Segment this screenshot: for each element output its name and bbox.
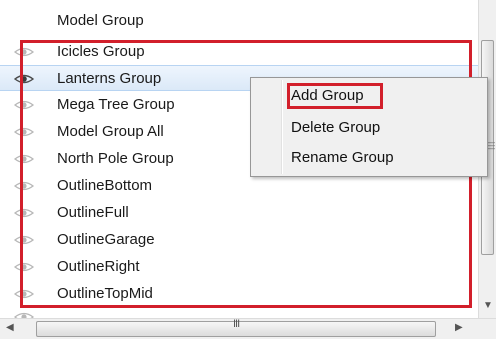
grip-icon: III	[233, 318, 240, 330]
list-item-label: OutlineRight	[57, 258, 140, 275]
horizontal-scrollbar[interactable]: ◀ III ▶	[0, 318, 496, 339]
list-item-label: OutlineBottom	[57, 177, 153, 194]
eye-icon[interactable]	[13, 179, 35, 193]
eye-icon[interactable]	[13, 287, 35, 301]
eye-icon[interactable]	[13, 260, 35, 274]
scroll-left-arrow-icon[interactable]: ◀	[6, 322, 14, 333]
eye-icon[interactable]	[13, 206, 35, 220]
scroll-down-arrow-icon[interactable]: ▼	[483, 300, 493, 311]
context-menu: Add Group Delete Group Rename Group	[250, 77, 488, 177]
list-item-label: Model Group	[57, 12, 144, 29]
eye-icon[interactable]	[13, 152, 35, 166]
list-item-outline-top-mid[interactable]: OutlineTopMid	[0, 281, 478, 307]
menu-item-rename-group[interactable]: Rename Group	[291, 149, 394, 166]
eye-icon[interactable]	[13, 310, 35, 318]
list-item-label: Lanterns Group	[57, 70, 162, 87]
add-group-highlight-box	[287, 83, 383, 109]
list-item-partial[interactable]: ...	[0, 306, 478, 318]
list-item-label: Icicles Group	[57, 43, 145, 60]
list-item-label: Mega Tree Group	[57, 96, 175, 113]
list-item-outline-garage[interactable]: OutlineGarage	[0, 227, 478, 253]
eye-icon[interactable]	[13, 72, 35, 86]
list-item-label: OutlineTopMid	[57, 285, 153, 302]
eye-icon[interactable]	[13, 45, 35, 59]
horizontal-scroll-thumb[interactable]: III	[36, 318, 436, 337]
list-item-label: North Pole Group	[57, 150, 174, 167]
list-item-icicles-group[interactable]: Icicles Group	[0, 39, 478, 65]
eye-icon[interactable]	[13, 98, 35, 112]
list-item-model-group[interactable]: Model Group	[0, 8, 478, 34]
list-item-outline-right[interactable]: OutlineRight	[0, 254, 478, 280]
list-item-label: OutlineFull	[57, 204, 129, 221]
list-item-label: Model Group All	[57, 123, 164, 140]
list-item-outline-full[interactable]: OutlineFull	[0, 200, 478, 226]
scroll-right-arrow-icon[interactable]: ▶	[455, 322, 463, 333]
eye-icon[interactable]	[13, 233, 35, 247]
eye-icon[interactable]	[13, 125, 35, 139]
list-item-label: OutlineGarage	[57, 231, 155, 248]
menu-item-delete-group[interactable]: Delete Group	[291, 119, 380, 136]
menu-separator	[281, 80, 283, 174]
list-item-label: ...	[57, 310, 70, 318]
